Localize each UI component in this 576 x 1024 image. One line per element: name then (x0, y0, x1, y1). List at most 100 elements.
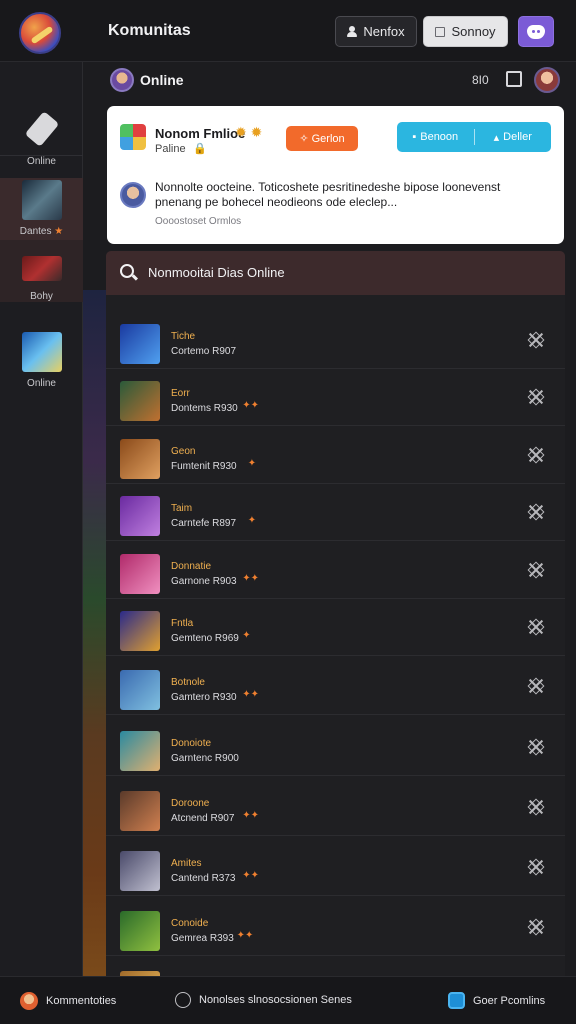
profile-card: Nonom Fmlioe ✹ ✹ Paline 🔒 ✧ Gerlon ▪ Ben… (107, 106, 564, 244)
remove-icon[interactable] (527, 561, 545, 579)
list-item[interactable]: Donnatie Garnone R903 ✦✦ (106, 542, 565, 599)
game-thumb-icon (21, 256, 62, 281)
sidebar-item-bohy[interactable]: Bohy (0, 240, 83, 302)
member-badge: ✦✦ (242, 573, 259, 584)
member-badge: ✦✦ (242, 870, 259, 881)
list-item[interactable]: Doroone Atcnend R907 ✦✦ (106, 779, 565, 836)
member-name: Amites (171, 858, 202, 869)
sidebar-item-online[interactable]: Online (0, 110, 83, 167)
bottom-item-label: Goer Pcomlins (473, 994, 546, 1007)
member-name: Taim (171, 503, 193, 514)
member-stat: Garntenc R900 (171, 753, 239, 764)
search-icon[interactable] (120, 264, 134, 278)
nenfox-button[interactable]: Nenfox (335, 16, 417, 47)
sonnoy-button-label: Sonnoy (451, 24, 496, 39)
deller-button[interactable]: ▴ Deller (475, 131, 552, 144)
section-title: Nonmooitai Dias Online (148, 265, 285, 280)
sidebar-item-label: Online (27, 378, 56, 389)
member-stat: Gemrea R393 (171, 933, 234, 944)
member-badge: ✦✦ (242, 400, 259, 411)
member-stat: Cortemo R907 (171, 346, 237, 357)
app-icon (448, 992, 465, 1009)
person-icon (347, 26, 358, 37)
list-item[interactable]: Eorr Dontems R930 ✦✦ (106, 369, 565, 426)
bottom-item-sessions[interactable]: Nonolses slnosocsionen Senes (175, 992, 352, 1008)
remove-icon[interactable] (527, 738, 545, 756)
member-stat: Gemteno R969 (171, 633, 239, 644)
message-avatar[interactable] (120, 182, 146, 208)
member-avatar (120, 851, 160, 891)
share-icon[interactable] (506, 71, 522, 87)
remove-icon[interactable] (527, 388, 545, 406)
user-icon (20, 992, 38, 1010)
sidebar-item-label: Dantes ★ (19, 226, 64, 237)
avatar[interactable] (110, 68, 134, 92)
member-stat: Dontems R930 (171, 403, 238, 414)
list-item[interactable]: Tiche Cortemo R907 (106, 312, 565, 369)
member-stat: Cantend R373 (171, 873, 236, 884)
member-badge: ✦ (242, 630, 251, 641)
card-name: Nonom Fmlioe (155, 126, 246, 141)
list-item[interactable]: Donoiote Garntenc R900 (106, 719, 565, 776)
game-thumb-icon (21, 180, 62, 220)
member-badge: ✦✦ (236, 930, 254, 941)
online-count: 8I0 (472, 73, 489, 87)
list-item[interactable]: Fntla Gemteno R969 ✦ (106, 599, 565, 656)
top-bar: Komunitas Nenfox Sonnoy (0, 0, 576, 62)
member-avatar (120, 439, 160, 479)
sidebar-item-online-2[interactable]: Online (0, 332, 83, 389)
list-item[interactable]: Geon Fumtenit R930 ✦ (106, 427, 565, 484)
remove-icon[interactable] (527, 677, 545, 695)
member-badge: ✦ (247, 458, 257, 469)
nenfox-button-label: Nenfox (363, 24, 405, 39)
list-item[interactable]: Conoide Gemrea R393 ✦✦ (106, 899, 565, 956)
bottom-item-complaints[interactable]: Goer Pcomlins (448, 992, 545, 1009)
remove-icon[interactable] (527, 798, 545, 816)
app-title: Komunitas (108, 22, 191, 39)
thumb-up-icon: ▴ (493, 131, 500, 144)
bottom-item-comments[interactable]: Kommentoties (20, 992, 116, 1010)
member-badge: ✦✦ (242, 689, 259, 700)
list-item[interactable]: Bonoite (106, 959, 565, 976)
chat-icon: ▪ (412, 131, 417, 143)
section-header: Nonmooitai Dias Online (106, 251, 565, 295)
benoon-label: Benoon (420, 131, 459, 143)
member-avatar (120, 611, 160, 651)
benoon-button[interactable]: ▪ Benoon (397, 131, 474, 143)
member-avatar (120, 554, 160, 594)
flag-icon (435, 26, 446, 37)
member-name: Doroone (171, 798, 210, 809)
discord-icon (527, 24, 545, 39)
list-item[interactable]: Taim Carntefe R897 ✦ (106, 484, 565, 541)
message-meta: Oooostoset Ormlos (155, 216, 242, 227)
list-item[interactable]: Botnole Gamtero R930 ✦✦ (106, 658, 565, 715)
message-text: Nonnolte oocteine. Toticoshete pesritine… (155, 180, 501, 209)
discord-button[interactable] (518, 16, 554, 47)
remove-icon[interactable] (527, 446, 545, 464)
remove-icon[interactable] (527, 331, 545, 349)
tool-icon (22, 110, 62, 150)
sidebar-item-dantes[interactable]: Dantes ★ (0, 178, 83, 240)
gerlon-button[interactable]: ✧ Gerlon (286, 126, 358, 151)
page-title: Online (140, 72, 184, 88)
app-logo[interactable] (19, 12, 61, 54)
member-list: Tiche Cortemo R907 Eorr Dontems R930 ✦✦ Geon F… (106, 295, 565, 976)
list-item[interactable]: Amites Cantend R373 ✦✦ (106, 839, 565, 896)
member-name: Tiche (171, 331, 196, 342)
main-panel: Online 8I0 Nonom Fmlioe ✹ ✹ Paline 🔒 ✧ G… (106, 62, 576, 976)
bottom-item-label: Kommentoties (46, 995, 117, 1007)
member-badge: ✦✦ (242, 810, 259, 821)
sonnoy-button[interactable]: Sonnoy (423, 16, 508, 47)
card-subtitle: Paline (155, 143, 186, 155)
member-name: Donoiote (171, 738, 212, 749)
member-name: Fntla (171, 618, 194, 629)
remove-icon[interactable] (527, 918, 545, 936)
lock-icon: 🔒 (193, 143, 207, 155)
member-badge: ✦ (247, 515, 257, 526)
remove-icon[interactable] (527, 858, 545, 876)
remove-icon[interactable] (527, 618, 545, 636)
member-name: Donnatie (171, 561, 212, 572)
user-avatar[interactable] (534, 67, 560, 93)
remove-icon[interactable] (527, 503, 545, 521)
member-stat: Fumtenit R930 (171, 461, 237, 472)
